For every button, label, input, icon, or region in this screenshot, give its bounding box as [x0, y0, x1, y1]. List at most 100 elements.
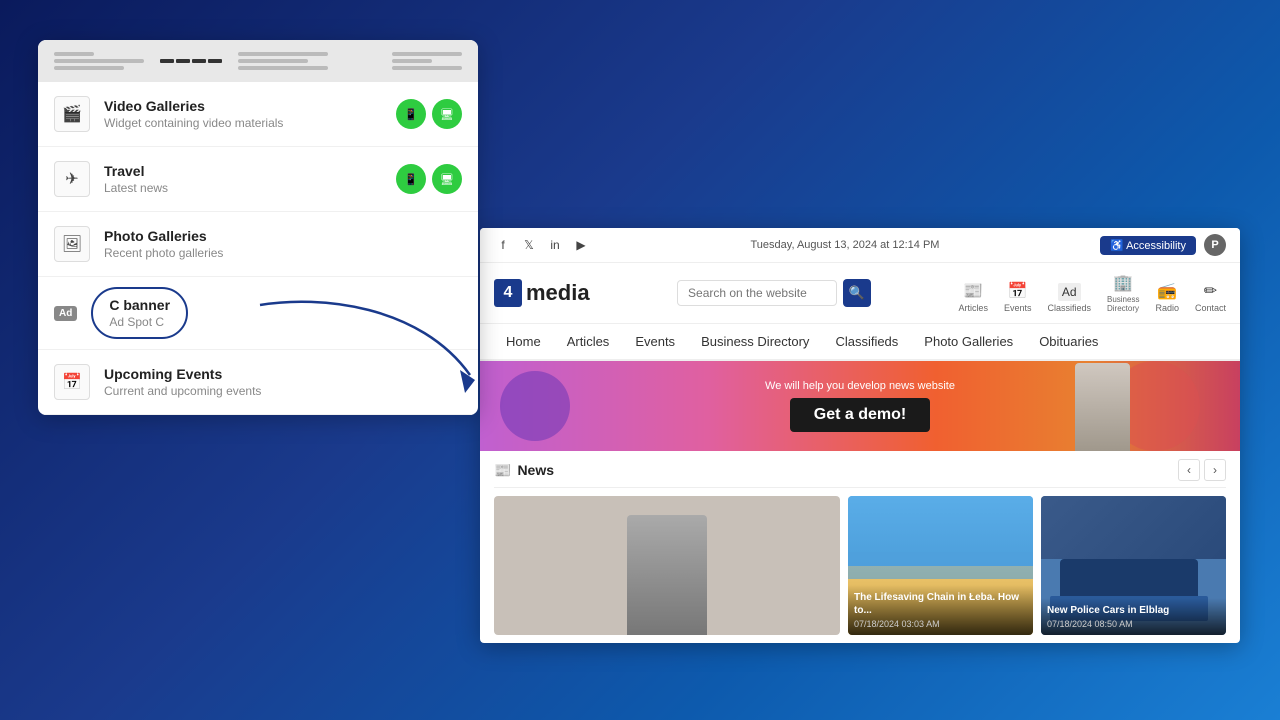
mobile-toggle-btn[interactable]: 📱 — [396, 164, 426, 194]
upcoming-events-icon: 📅 — [54, 364, 90, 400]
articles-symbol: 📰 — [963, 281, 983, 301]
site-logo: 4 media — [494, 279, 590, 307]
ad-banner-subtitle: Ad Spot C — [109, 315, 170, 329]
contact-label: Contact — [1195, 303, 1226, 313]
toolbar-bold-line — [208, 59, 222, 63]
banner-subtitle: We will help you develop news website — [765, 380, 955, 392]
ad-banner-circle: C banner Ad Spot C — [91, 287, 188, 339]
ad-banner-title: C banner — [109, 297, 170, 313]
news-header: 📰 News ‹ › — [494, 459, 1226, 488]
business-symbol: 🏢 — [1113, 273, 1133, 293]
travel-subtitle: Latest news — [104, 181, 382, 195]
toolbar-line — [392, 66, 462, 70]
toolbar-lines-right — [238, 52, 328, 70]
linkedin-icon[interactable]: in — [546, 236, 564, 254]
news-main-card[interactable] — [494, 496, 840, 635]
radio-label: Radio — [1155, 303, 1179, 313]
news-prev-button[interactable]: ‹ — [1178, 459, 1200, 481]
toolbar-bold-line — [192, 59, 206, 63]
desktop-toggle-btn[interactable]: 🖥 — [432, 99, 462, 129]
news-card-date: 07/18/2024 03:03 AM — [854, 619, 1027, 629]
banner-cta-button[interactable]: Get a demo! — [790, 398, 930, 432]
user-badge[interactable]: P — [1204, 234, 1226, 256]
nav-obituaries[interactable]: Obituaries — [1027, 324, 1110, 359]
widget-travel[interactable]: ✈ Travel Latest news 📱 🖥 — [38, 147, 478, 212]
toolbar-line — [54, 59, 144, 63]
news-section: 📰 News ‹ › The Life — [480, 451, 1240, 643]
youtube-icon[interactable]: ▶ — [572, 236, 590, 254]
events-symbol: 📅 — [1008, 281, 1028, 301]
header-events-icon[interactable]: 📅 Events — [1004, 281, 1032, 313]
news-main-figure — [627, 515, 707, 635]
header-articles-icon[interactable]: 📰 Articles — [958, 281, 988, 313]
ad-banner-item[interactable]: Ad C banner Ad Spot C — [38, 277, 478, 350]
topbar-right: ♿ Accessibility P — [1100, 234, 1226, 256]
news-card-overlay: New Police Cars in Elblag 07/18/2024 08:… — [1041, 598, 1226, 635]
upcoming-events-text: Upcoming Events Current and upcoming eve… — [104, 366, 462, 398]
toolbar-bold-line — [176, 59, 190, 63]
widget-upcoming-events[interactable]: 📅 Upcoming Events Current and upcoming e… — [38, 350, 478, 415]
travel-title: Travel — [104, 163, 382, 179]
news-card-title: New Police Cars in Elblag — [1047, 604, 1220, 617]
upcoming-events-title: Upcoming Events — [104, 366, 462, 382]
travel-text: Travel Latest news — [104, 163, 382, 195]
events-label: Events — [1004, 303, 1032, 313]
nav-photo-galleries[interactable]: Photo Galleries — [912, 324, 1025, 359]
toolbar-lines-left — [54, 52, 144, 70]
search-button[interactable]: 🔍 — [843, 279, 871, 307]
header-business-icon[interactable]: 🏢 BusinessDirectory — [1107, 273, 1139, 313]
toolbar-line — [392, 59, 432, 63]
classifieds-symbol: Ad — [1058, 283, 1081, 301]
business-label: BusinessDirectory — [1107, 295, 1139, 313]
search-input[interactable] — [677, 280, 837, 306]
video-galleries-buttons: 📱 🖥 — [396, 99, 462, 129]
nav-events[interactable]: Events — [623, 324, 687, 359]
logo-icon: 4 — [494, 279, 522, 307]
news-card-beach[interactable]: The Lifesaving Chain in Łeba. How to... … — [848, 496, 1033, 635]
video-galleries-icon: 🎬 — [54, 96, 90, 132]
header-icons: 📰 Articles 📅 Events Ad Classifieds 🏢 Bus… — [958, 273, 1226, 313]
classifieds-label: Classifieds — [1047, 303, 1091, 313]
ad-label: Ad — [54, 306, 77, 321]
widget-photo-galleries[interactable]: 🖼 Photo Galleries Recent photo galleries — [38, 212, 478, 277]
header-classifieds-icon[interactable]: Ad Classifieds — [1047, 283, 1091, 313]
toolbar-line — [54, 66, 124, 70]
facebook-icon[interactable]: f — [494, 236, 512, 254]
photo-galleries-icon: 🖼 — [54, 226, 90, 262]
desktop-toggle-btn[interactable]: 🖥 — [432, 164, 462, 194]
news-card-police[interactable]: New Police Cars in Elblag 07/18/2024 08:… — [1041, 496, 1226, 635]
header-contact-icon[interactable]: ✏ Contact — [1195, 281, 1226, 313]
nav-articles[interactable]: Articles — [555, 324, 622, 359]
photo-galleries-subtitle: Recent photo galleries — [104, 246, 462, 260]
mobile-toggle-btn[interactable]: 📱 — [396, 99, 426, 129]
banner-text: We will help you develop news website Ge… — [765, 380, 955, 432]
header-radio-icon[interactable]: 📻 Radio — [1155, 281, 1179, 313]
radio-symbol: 📻 — [1157, 281, 1177, 301]
nav-home[interactable]: Home — [494, 324, 553, 359]
contact-symbol: ✏ — [1204, 281, 1217, 301]
toolbar-bold-line — [160, 59, 174, 63]
toolbar-line — [238, 52, 328, 56]
site-header: 4 media 🔍 📰 Articles 📅 Events Ad Classif… — [480, 263, 1240, 324]
widget-video-galleries[interactable]: 🎬 Video Galleries Widget containing vide… — [38, 82, 478, 147]
nav-business-directory[interactable]: Business Directory — [689, 324, 821, 359]
logo-name: media — [526, 280, 590, 306]
news-next-button[interactable]: › — [1204, 459, 1226, 481]
news-card-date: 07/18/2024 08:50 AM — [1047, 619, 1220, 629]
site-nav: Home Articles Events Business Directory … — [480, 324, 1240, 361]
panel-toolbar — [38, 40, 478, 82]
toolbar-bold-lines — [160, 59, 222, 63]
twitter-icon[interactable]: 𝕏 — [520, 236, 538, 254]
accessibility-button[interactable]: ♿ Accessibility — [1100, 236, 1196, 255]
social-icons: f 𝕏 in ▶ — [494, 236, 590, 254]
video-galleries-subtitle: Widget containing video materials — [104, 116, 382, 130]
news-title-row: 📰 News — [494, 462, 554, 479]
banner-person — [1075, 363, 1130, 451]
site-banner: We will help you develop news website Ge… — [480, 361, 1240, 451]
nav-classifieds[interactable]: Classifieds — [823, 324, 910, 359]
news-card-title: The Lifesaving Chain in Łeba. How to... — [854, 591, 1027, 617]
travel-buttons: 📱 🖥 — [396, 164, 462, 194]
travel-icon: ✈ — [54, 161, 90, 197]
news-nav: ‹ › — [1178, 459, 1226, 481]
topbar-datetime: Tuesday, August 13, 2024 at 12:14 PM — [750, 239, 939, 251]
